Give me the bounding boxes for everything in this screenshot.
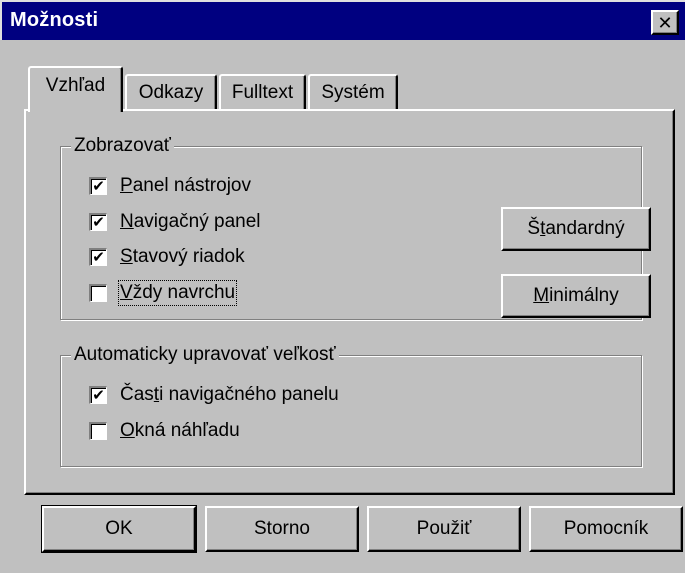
toolbar-panel-checkbox[interactable]: ✔	[89, 177, 107, 195]
nav-panel-parts-checkbox[interactable]: ✔	[89, 386, 107, 404]
checkmark-icon: ✔	[92, 249, 105, 266]
cancel-button[interactable]: Storno	[205, 506, 359, 552]
toolbar-panel-label: Panel nástrojov	[120, 175, 251, 196]
nav-panel-parts-option[interactable]: ✔ Časti navigačného panelu	[89, 382, 339, 408]
close-button[interactable]: ✕	[651, 10, 679, 35]
minimal-button[interactable]: Minimálny	[501, 274, 651, 318]
navigation-panel-checkbox[interactable]: ✔	[89, 213, 107, 231]
ok-button[interactable]: OK	[41, 505, 197, 553]
navigation-panel-label: Navigačný panel	[120, 211, 261, 232]
help-button[interactable]: Pomocník	[529, 506, 683, 552]
always-on-top-label: Vždy navrchu	[117, 280, 238, 306]
tab-odkazy[interactable]: Odkazy	[125, 74, 217, 110]
always-on-top-option[interactable]: Vždy navrchu	[89, 280, 238, 306]
checkmark-icon: ✔	[92, 178, 105, 195]
preview-windows-option[interactable]: Okná náhľadu	[89, 418, 240, 444]
tab-vzhlad[interactable]: Vzhľad	[28, 66, 123, 112]
status-bar-option[interactable]: ✔ Stavový riadok	[89, 244, 245, 270]
toolbar-panel-option[interactable]: ✔ Panel nástrojov	[89, 173, 251, 199]
navigation-panel-option[interactable]: ✔ Navigačný panel	[89, 209, 261, 235]
display-groupbox: Zobrazovať ✔ Panel nástrojov ✔ Navigačný…	[60, 135, 651, 320]
window-title: Možnosti	[10, 9, 99, 31]
tab-panel-vzhlad: Zobrazovať ✔ Panel nástrojov ✔ Navigačný…	[24, 109, 675, 495]
checkmark-icon: ✔	[92, 387, 105, 404]
preview-windows-checkbox[interactable]	[89, 422, 107, 440]
apply-button[interactable]: Použiť	[367, 506, 521, 552]
display-group-label: Zobrazovať	[71, 135, 174, 157]
status-bar-checkbox[interactable]: ✔	[89, 248, 107, 266]
status-bar-label: Stavový riadok	[120, 246, 245, 267]
tab-system[interactable]: Systém	[308, 74, 398, 110]
always-on-top-checkbox[interactable]	[89, 284, 107, 302]
preview-windows-label: Okná náhľadu	[120, 420, 240, 441]
tab-fulltext[interactable]: Fulltext	[219, 74, 306, 110]
nav-panel-parts-label: Časti navigačného panelu	[120, 384, 339, 405]
standard-button[interactable]: Št andardný	[501, 207, 651, 251]
auto-resize-group-label: Automaticky upravovať veľkosť	[71, 344, 339, 366]
title-bar[interactable]: Možnosti ✕	[0, 0, 685, 40]
close-icon: ✕	[657, 12, 673, 33]
auto-resize-groupbox: Automaticky upravovať veľkosť ✔ Časti na…	[60, 344, 642, 467]
checkmark-icon: ✔	[92, 214, 105, 231]
